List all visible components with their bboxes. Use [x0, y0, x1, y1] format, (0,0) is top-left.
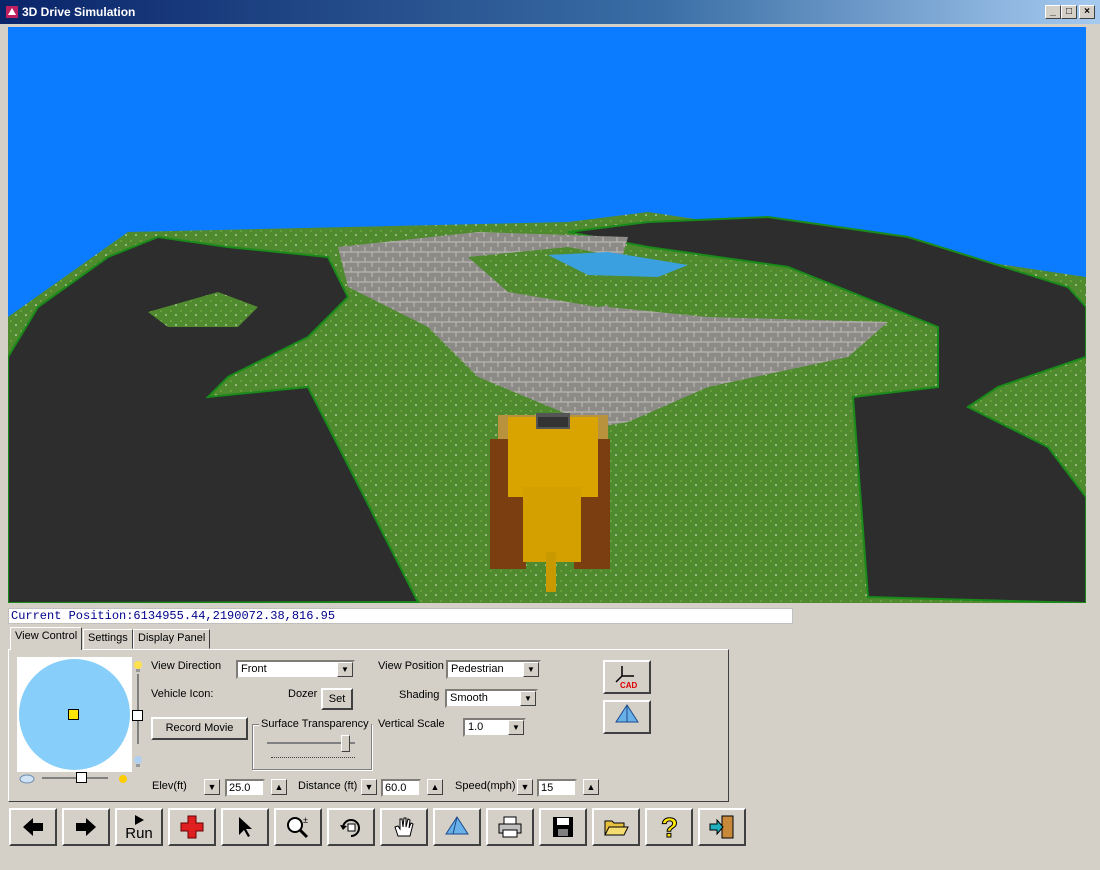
printer-icon [498, 816, 522, 838]
play-icon [135, 814, 144, 825]
back-arrow-button[interactable] [9, 808, 57, 846]
rotate-button[interactable] [327, 808, 375, 846]
view-3d-button[interactable] [433, 808, 481, 846]
light-bulb-icon [134, 661, 142, 672]
vertical-scale-label: Vertical Scale [378, 718, 445, 730]
exit-button[interactable] [698, 808, 746, 846]
svg-text:±: ± [303, 815, 308, 825]
chevron-down-icon: ▼ [523, 662, 539, 677]
elev-down-button[interactable]: ▼ [204, 779, 220, 795]
current-position-readout: Current Position:6134955.44,2190072.38,8… [8, 608, 793, 624]
view-direction-label: View Direction [151, 660, 222, 672]
elev-label: Elev(ft) [152, 780, 187, 792]
elev-input[interactable]: 25.0 [225, 779, 265, 797]
vertical-scale-select[interactable]: 1.0 ▼ [463, 718, 526, 737]
distance-input[interactable]: 60.0 [381, 779, 421, 797]
hand-icon [394, 817, 414, 837]
run-label: Run [125, 824, 153, 842]
pyramid-icon [615, 704, 639, 723]
add-button[interactable] [168, 808, 216, 846]
position-marker[interactable] [68, 709, 79, 720]
dozer-vehicle [490, 413, 610, 592]
help-button[interactable]: ? [645, 808, 693, 846]
shading-label: Shading [399, 689, 440, 701]
horizontal-slider-track [42, 777, 108, 779]
close-button[interactable]: × [1079, 5, 1095, 19]
tab-display-panel[interactable]: Display Panel [133, 629, 211, 649]
horizontal-slider-thumb[interactable] [76, 772, 87, 783]
window-title: 3D Drive Simulation [22, 5, 136, 19]
title-bar: 3D Drive Simulation _ □ × [0, 0, 1100, 24]
shading-select[interactable]: Smooth ▼ [445, 689, 538, 708]
floppy-disk-icon [553, 817, 573, 837]
pointer-icon [239, 817, 252, 837]
speed-up-button[interactable]: ▲ [583, 779, 599, 795]
svg-text:?: ? [661, 812, 678, 842]
chevron-down-icon: ▼ [520, 691, 536, 706]
pyramid-icon [445, 816, 469, 835]
zoom-button[interactable]: ± [274, 808, 322, 846]
3d-viewport[interactable] [8, 27, 1086, 603]
speed-label: Speed(mph) [455, 780, 516, 792]
view-direction-value: Front [241, 663, 267, 675]
surface-transparency-label: Surface Transparency [259, 718, 371, 730]
vertical-scale-value: 1.0 [468, 721, 484, 733]
minimize-button[interactable]: _ [1045, 5, 1061, 19]
shading-value: Smooth [450, 692, 488, 704]
print-button[interactable] [486, 808, 534, 846]
run-button[interactable]: Run [115, 808, 163, 846]
chevron-down-icon: ▼ [337, 662, 353, 677]
surface-transparency-group [252, 724, 372, 770]
vehicle-icon-value: Dozer [288, 688, 318, 700]
vertical-slider-track [137, 674, 139, 744]
save-button[interactable] [539, 808, 587, 846]
transparency-slider-thumb[interactable] [341, 735, 350, 752]
tab-settings[interactable]: Settings [83, 629, 133, 649]
forward-arrow-icon [76, 818, 96, 836]
distance-down-button[interactable]: ▼ [361, 779, 377, 795]
distance-label: Distance (ft) [298, 780, 358, 792]
cad-label: CAD [620, 681, 638, 690]
view-position-label: View Position [378, 660, 444, 672]
view-position-select[interactable]: Pedestrian ▼ [446, 660, 541, 679]
sun-icon [119, 775, 127, 783]
select-pointer-button[interactable] [221, 808, 269, 846]
zoom-icon: ± [287, 815, 309, 839]
exit-door-icon [709, 815, 734, 839]
elev-up-button[interactable]: ▲ [271, 779, 287, 795]
cad-axes-icon: CAD [615, 666, 638, 690]
view-direction-select[interactable]: Front ▼ [236, 660, 355, 679]
maximize-button[interactable]: □ [1061, 5, 1077, 19]
speed-down-button[interactable]: ▼ [517, 779, 533, 795]
distance-up-button[interactable]: ▲ [427, 779, 443, 795]
set-button[interactable]: Set [321, 688, 353, 710]
speed-input[interactable]: 15 [537, 779, 577, 797]
view-3d-panel-button[interactable] [603, 700, 651, 734]
cloud-icon [19, 774, 35, 784]
light-bulb-off-icon [134, 756, 142, 767]
forward-arrow-button[interactable] [62, 808, 110, 846]
red-cross-icon [180, 815, 204, 839]
view-control-panel: View Direction Front ▼ Vehicle Icon: Doze… [8, 649, 729, 802]
cad-button[interactable]: CAD [603, 660, 651, 694]
open-folder-icon [604, 820, 629, 836]
back-arrow-icon [23, 818, 43, 836]
record-movie-button[interactable]: Record Movie [151, 717, 248, 740]
chevron-down-icon: ▼ [508, 720, 524, 735]
transparency-ticks [271, 757, 355, 760]
vehicle-icon-label: Vehicle Icon: [151, 688, 214, 700]
pan-button[interactable] [380, 808, 428, 846]
navigator-pad [17, 657, 132, 772]
app-icon [6, 6, 18, 18]
open-button[interactable] [592, 808, 640, 846]
help-question-icon: ? [661, 812, 679, 842]
vertical-slider-thumb[interactable] [132, 710, 143, 721]
tab-view-control[interactable]: View Control [10, 627, 83, 650]
rotate-icon [340, 819, 360, 837]
view-position-value: Pedestrian [451, 663, 504, 675]
